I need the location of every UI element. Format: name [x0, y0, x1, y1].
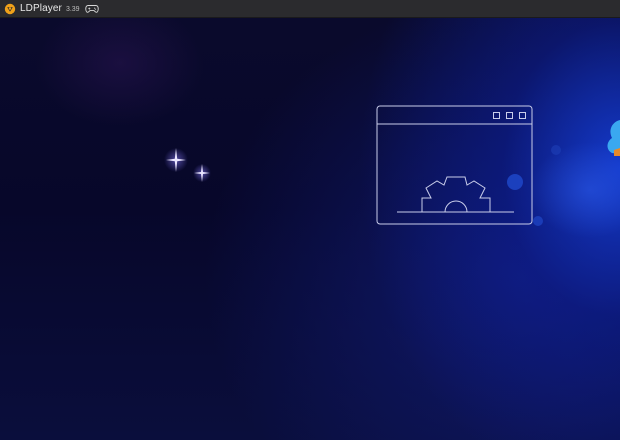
glow-blob [530, 142, 620, 238]
bubble [533, 216, 543, 226]
app-title: LDPlayer [20, 3, 62, 14]
bubble [551, 145, 561, 155]
android-screen[interactable] [0, 18, 620, 440]
sparkle-icon [193, 164, 211, 182]
gamepad-icon[interactable] [84, 4, 99, 14]
sparkle-icon [164, 148, 188, 172]
title-bar[interactable]: LDPlayer 3.39 [0, 0, 620, 18]
bubble [507, 174, 523, 190]
emulator-window: LDPlayer 3.39 [0, 0, 620, 440]
cloud-mascot-icon [607, 120, 620, 156]
app-version: 3.39 [65, 5, 80, 13]
window-gear-icon [376, 105, 533, 225]
ldplayer-logo-icon [4, 3, 16, 15]
